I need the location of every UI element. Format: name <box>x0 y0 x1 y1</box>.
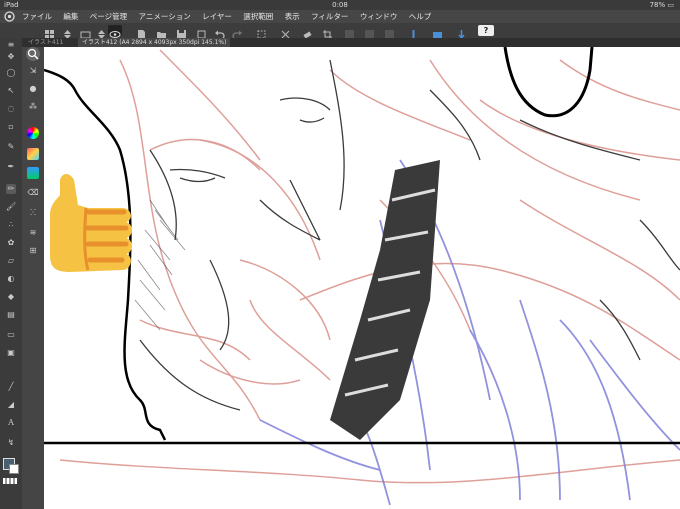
decoration-tool-icon[interactable]: ✿ <box>6 238 16 248</box>
eraser-icon[interactable] <box>302 25 313 39</box>
airbrush-tool-icon[interactable]: ∴ <box>6 220 16 230</box>
frame-tool-icon[interactable]: ▣ <box>6 348 16 358</box>
brush-tool-icon[interactable]: 🖌 <box>6 202 16 212</box>
figure-tool-icon[interactable]: ▭ <box>6 330 16 340</box>
sub-color-swatch[interactable] <box>9 464 19 474</box>
battery-percent: 78% <box>649 1 666 9</box>
sketch-artwork <box>44 47 680 506</box>
app-logo-icon[interactable] <box>4 11 15 22</box>
move-tool-icon[interactable]: ✥ <box>6 52 16 62</box>
menu-view[interactable]: 表示 <box>285 12 300 21</box>
stabilizer-icon[interactable] <box>456 25 467 40</box>
redo-icon[interactable] <box>232 25 243 40</box>
menu-window[interactable]: ウィンドウ <box>360 12 398 21</box>
select-tool-icon[interactable]: ▫ <box>6 122 16 132</box>
undo-icon[interactable] <box>214 25 225 40</box>
scale-icon[interactable]: ⇲ <box>27 65 39 77</box>
text-tool-icon[interactable]: A <box>6 418 16 428</box>
menu-selection[interactable]: 選択範囲 <box>243 12 273 21</box>
layer-props-icon[interactable]: ⁂ <box>27 101 39 113</box>
menu-icon[interactable]: ≡ <box>6 40 16 50</box>
ios-status-bar: iPad 0:08 78% ▭ <box>0 0 680 10</box>
color-set-icon[interactable] <box>27 148 39 160</box>
eraser-tool-icon[interactable]: ▱ <box>6 256 16 266</box>
layer-move-icon[interactable] <box>80 25 91 39</box>
help-button[interactable]: ? <box>478 25 494 36</box>
selection-icon[interactable] <box>256 25 267 39</box>
balloon-tool-icon[interactable]: ◢ <box>6 400 16 410</box>
layers-icon[interactable]: ≋ <box>27 227 39 239</box>
blend-tool-icon[interactable]: ◐ <box>6 274 16 284</box>
hair-shading <box>134 199 186 331</box>
color-history-icon[interactable] <box>27 167 39 179</box>
operation-tool-icon[interactable]: ↖ <box>6 86 16 96</box>
eyedropper-icon[interactable]: ✎ <box>6 142 16 152</box>
pen-tool-icon[interactable]: ✒ <box>6 162 16 172</box>
menu-file[interactable]: ファイル <box>22 12 52 21</box>
clock: 0:08 <box>332 1 348 9</box>
ruler-tool-icon[interactable]: ╱ <box>6 382 16 392</box>
menu-animation[interactable]: アニメーション <box>139 12 191 21</box>
brush-list-icon[interactable]: ⵘ <box>27 207 39 219</box>
save-icon[interactable] <box>176 25 187 39</box>
transform-icon[interactable] <box>280 25 291 39</box>
menu-edit[interactable]: 編集 <box>63 12 78 21</box>
thumbs-up-icon <box>50 174 132 272</box>
eye-toggle-icon[interactable] <box>108 25 122 38</box>
gradient-tool-icon[interactable]: ▤ <box>6 310 16 320</box>
materials-icon[interactable]: ⌫ <box>27 187 39 199</box>
command-bar: ? <box>0 23 680 40</box>
crop-icon[interactable] <box>322 25 333 39</box>
flip-icon[interactable] <box>432 25 443 38</box>
fill-tool-icon[interactable]: ◆ <box>6 292 16 302</box>
battery-indicator: 78% ▭ <box>649 1 674 9</box>
scroll-arrows-icon[interactable] <box>62 25 73 39</box>
open-folder-icon[interactable] <box>156 25 167 38</box>
blue-sketch-layer <box>259 159 680 506</box>
transparent-color-swatch[interactable] <box>3 478 17 484</box>
scroll-arrows-icon-2[interactable] <box>96 25 107 39</box>
correct-line-tool-icon[interactable]: ↯ <box>6 438 16 448</box>
menu-filter[interactable]: フィルター <box>311 12 348 21</box>
color-wheel-icon[interactable] <box>27 127 39 139</box>
lasso-tool-icon[interactable]: ◌ <box>6 104 16 114</box>
zoom-circle-icon[interactable] <box>26 47 40 61</box>
export-icon[interactable] <box>196 25 207 39</box>
invert-selection-icon[interactable] <box>364 25 375 39</box>
necktie <box>330 160 440 440</box>
tool-palette: ≡ ✥ ◯ ↖ ◌ ▫ ✎ ✒ ✏ 🖌 ∴ ✿ ▱ ◐ ◆ ▤ ▭ ▣ ╱ ◢ … <box>0 38 22 509</box>
pencil-tool-icon[interactable]: ✏ <box>6 184 16 194</box>
document-tabs: イラスト411 イラスト412 (A4 2894 x 4093px 350dpi… <box>22 38 680 47</box>
grid-icon[interactable] <box>44 25 55 39</box>
speech-balloon <box>503 47 594 118</box>
zoom-tool-icon[interactable]: ◯ <box>6 68 16 78</box>
menu-page[interactable]: ページ管理 <box>90 12 127 21</box>
tab-illust411[interactable]: イラスト411 <box>24 38 67 47</box>
navigator-icon[interactable]: ⊞ <box>27 245 39 257</box>
menu-layer[interactable]: レイヤー <box>202 12 232 21</box>
new-file-icon[interactable] <box>136 25 147 39</box>
menu-bar: ファイル 編集 ページ管理 アニメーション レイヤー 選択範囲 表示 フィルター… <box>0 10 680 23</box>
drawing-canvas[interactable] <box>44 47 680 509</box>
brush-tip-icon[interactable]: ● <box>27 83 39 95</box>
clear-icon[interactable] <box>384 25 395 39</box>
rotate-view-icon[interactable] <box>408 25 419 39</box>
tab-illust412[interactable]: イラスト412 (A4 2894 x 4093px 350dpi 145.1%) <box>78 38 231 47</box>
menu-items: ファイル 編集 ページ管理 アニメーション レイヤー 選択範囲 表示 フィルター… <box>22 10 440 23</box>
menu-help[interactable]: ヘルプ <box>409 12 432 21</box>
deselect-icon[interactable] <box>344 25 355 39</box>
sub-tool-palette: ⇲ ● ⁂ ⌫ ⵘ ≋ ⊞ <box>22 47 45 509</box>
